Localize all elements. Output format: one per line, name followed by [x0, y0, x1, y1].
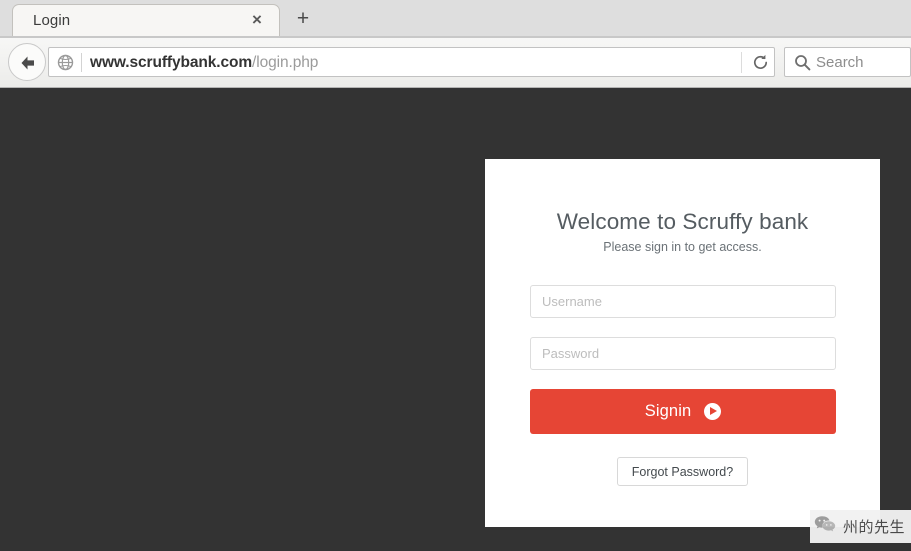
tab-title: Login: [33, 12, 71, 29]
page-subtitle: Please sign in to get access.: [603, 240, 762, 254]
search-input[interactable]: Search: [784, 47, 911, 77]
url-host: www.scruffybank.com: [90, 54, 253, 71]
signin-button[interactable]: Signin: [530, 389, 836, 434]
forgot-password-button[interactable]: Forgot Password?: [617, 457, 748, 486]
new-tab-button[interactable]: +: [292, 8, 314, 30]
url-path: /login.php: [252, 54, 319, 71]
reload-icon[interactable]: [745, 50, 775, 76]
browser-chrome: Login × + www.scruffybank.com/login.php …: [0, 0, 911, 88]
watermark-text: 州的先生: [842, 518, 905, 536]
password-input[interactable]: [530, 337, 836, 370]
search-placeholder: Search: [816, 54, 864, 71]
page-viewport: Welcome to Scruffy bank Please sign in t…: [0, 88, 911, 551]
navigation-bar: www.scruffybank.com/login.php Search: [0, 38, 911, 88]
url-divider: [81, 53, 82, 72]
login-card: Welcome to Scruffy bank Please sign in t…: [485, 159, 880, 527]
tab-login[interactable]: Login ×: [12, 4, 280, 38]
search-icon: [794, 54, 811, 76]
reload-divider: [741, 52, 742, 73]
browser-window: Login × + www.scruffybank.com/login.php …: [0, 0, 911, 551]
play-circle-icon: [704, 403, 722, 420]
globe-icon: [57, 54, 74, 71]
username-input[interactable]: [530, 285, 836, 318]
url-text: www.scruffybank.com/login.php: [90, 52, 318, 73]
watermark: 州的先生: [809, 510, 911, 543]
page-title: Welcome to Scruffy bank: [556, 209, 809, 234]
back-arrow-icon[interactable]: [8, 43, 46, 81]
signin-button-label: Signin: [644, 402, 692, 420]
url-bar[interactable]: www.scruffybank.com/login.php: [48, 47, 775, 77]
wechat-icon: [814, 515, 836, 539]
close-icon[interactable]: ×: [249, 11, 265, 28]
tab-strip: Login × +: [0, 0, 911, 38]
